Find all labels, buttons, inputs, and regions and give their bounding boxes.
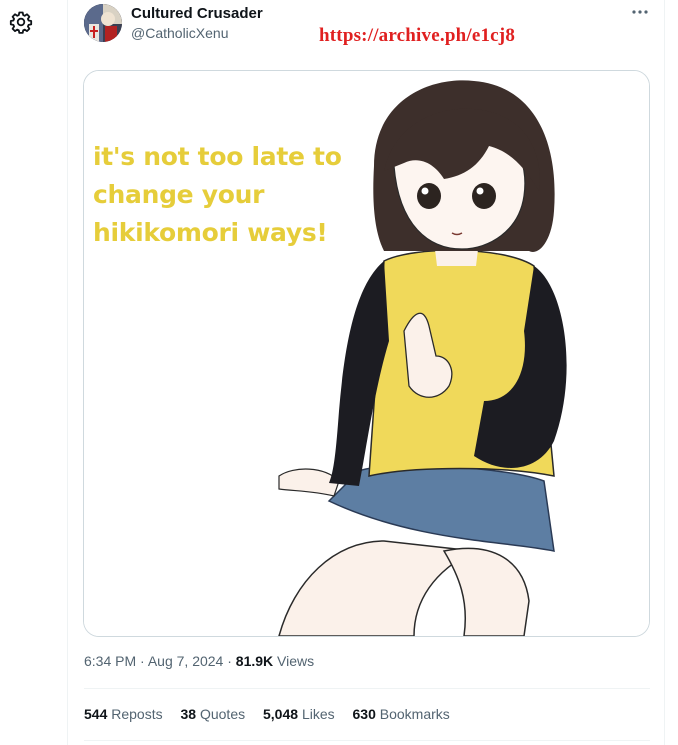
reposts-stat[interactable]: 544 Reposts	[84, 706, 163, 722]
tweet-time[interactable]: 6:34 PM	[84, 653, 136, 669]
display-name[interactable]: Cultured Crusader	[131, 5, 263, 22]
image-caption-line: it's not too late to	[93, 142, 342, 171]
tweet-metadata: 6:34 PM · Aug 7, 2024 · 81.9K Views	[84, 653, 314, 669]
reposts-count: 544	[84, 706, 108, 722]
more-horizontal-icon[interactable]	[630, 6, 650, 20]
gear-icon[interactable]	[9, 10, 33, 34]
meta-separator: ·	[140, 653, 145, 669]
bookmarks-count: 630	[352, 706, 376, 722]
reposts-label: Reposts	[111, 706, 163, 722]
quotes-stat[interactable]: 38 Quotes	[181, 706, 246, 722]
divider	[84, 688, 650, 689]
tweet-date[interactable]: Aug 7, 2024	[148, 653, 224, 669]
views-label: Views	[277, 653, 315, 669]
engagement-stats: 544 Reposts 38 Quotes 5,048 Likes 630 Bo…	[84, 706, 464, 722]
likes-stat[interactable]: 5,048 Likes	[263, 706, 335, 722]
user-handle[interactable]: @CatholicXenu	[131, 25, 229, 41]
quotes-count: 38	[180, 706, 197, 722]
archive-link-overlay: https://archive.ph/e1cj8	[319, 25, 516, 46]
image-caption-line: change your	[93, 180, 265, 209]
likes-label: Likes	[301, 706, 335, 722]
right-column-border	[664, 0, 665, 745]
left-column-border	[67, 0, 68, 745]
likes-count: 5,048	[263, 706, 299, 722]
image-caption-line: hikikomori ways!	[93, 218, 328, 247]
bookmarks-stat[interactable]: 630 Bookmarks	[353, 706, 450, 722]
bookmarks-label: Bookmarks	[379, 706, 450, 722]
avatar[interactable]	[84, 4, 122, 42]
views-count: 81.9K	[235, 653, 274, 669]
meta-separator: ·	[227, 653, 232, 669]
divider	[84, 740, 650, 741]
quotes-label: Quotes	[199, 706, 246, 722]
